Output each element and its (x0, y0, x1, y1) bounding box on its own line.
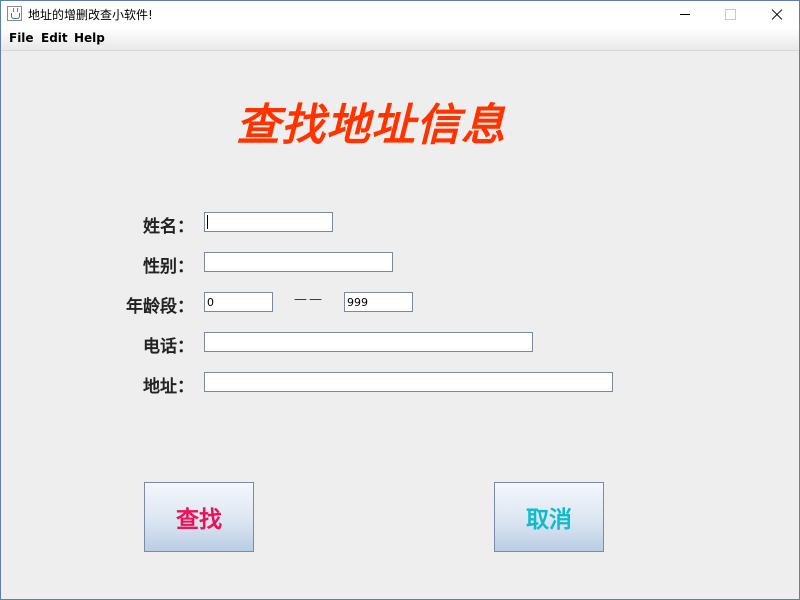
phone-label: 电话： (143, 337, 194, 357)
maximize-button[interactable] (707, 1, 753, 28)
name-label: 姓名： (143, 217, 194, 237)
age-range-label: 年龄段： (126, 297, 194, 317)
menu-edit[interactable]: Edit (41, 31, 68, 45)
menu-file[interactable]: File (9, 31, 34, 45)
name-input[interactable] (204, 212, 333, 232)
close-button[interactable] (753, 1, 799, 28)
menu-help[interactable]: Help (74, 31, 105, 45)
phone-input[interactable] (204, 332, 533, 352)
gender-label: 性别： (143, 257, 194, 277)
window-title: 地址的增删改查小软件! (28, 8, 153, 22)
age-to-input[interactable] (344, 292, 413, 312)
menu-bar: File Edit Help (1, 28, 799, 51)
age-range-separator: —— (294, 292, 324, 307)
minimize-button[interactable] (661, 1, 707, 28)
address-label: 地址： (143, 377, 194, 397)
text-caret (207, 215, 208, 229)
address-input[interactable] (204, 372, 613, 392)
search-button[interactable]: 查找 (144, 482, 254, 552)
title-bar[interactable]: 地址的增删改查小软件! (1, 1, 799, 28)
cancel-button[interactable]: 取消 (494, 482, 604, 552)
app-window: 地址的增删改查小软件! File Edit Help 查找地址信息 姓名： 性别… (0, 0, 800, 600)
gender-input[interactable] (204, 252, 393, 272)
page-heading: 查找地址信息 (236, 100, 506, 151)
java-coffee-cup-icon (7, 6, 22, 21)
age-from-input[interactable] (204, 292, 273, 312)
